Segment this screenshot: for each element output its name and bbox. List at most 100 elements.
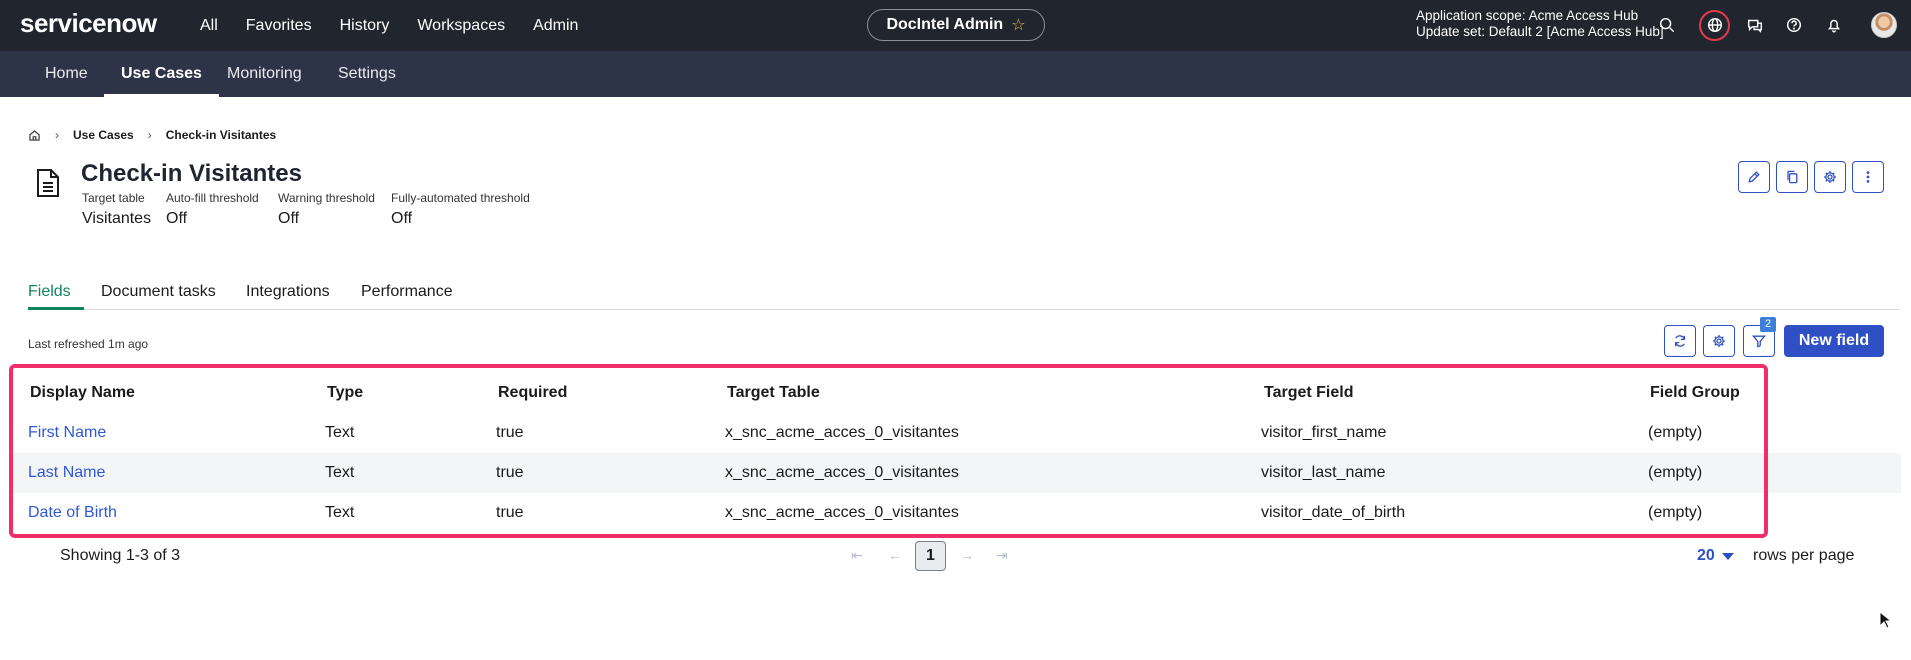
first-page-icon[interactable]: ⇤	[851, 547, 863, 564]
app-name-pill[interactable]: DocIntel Admin ☆	[867, 9, 1045, 41]
required-cell: true	[496, 464, 524, 481]
nav-workspaces[interactable]: Workspaces	[417, 17, 505, 35]
application-scope[interactable]: Application scope: Acme Access Hub Updat…	[1416, 8, 1664, 40]
avatar[interactable]	[1871, 12, 1897, 38]
meta-warning-threshold: Warning threshold Off	[278, 191, 375, 228]
more-vertical-icon	[1866, 171, 1870, 183]
copy-icon	[1787, 170, 1798, 184]
tab-integrations[interactable]: Integrations	[246, 283, 330, 301]
nav-all[interactable]: All	[200, 17, 218, 35]
table-row[interactable]: First Name Text true x_snc_acme_acces_0_…	[9, 413, 1901, 453]
subtab-home[interactable]: Home	[45, 51, 88, 97]
page-number-current[interactable]: 1	[915, 541, 946, 571]
gear-icon	[1713, 335, 1725, 347]
subtab-use-cases[interactable]: Use Cases	[104, 51, 219, 97]
meta-label: Auto-fill threshold	[166, 191, 259, 205]
column-header-type[interactable]: Type	[327, 373, 363, 413]
chevron-down-icon[interactable]	[1722, 553, 1734, 560]
rows-per-page-label: rows per page	[1753, 547, 1855, 564]
table-header-row: Display Name Type Required Target Table …	[9, 373, 1901, 413]
type-cell: Text	[325, 424, 355, 441]
target-field-cell: visitor_last_name	[1261, 464, 1386, 481]
scope-line: Application scope: Acme Access Hub	[1416, 8, 1639, 23]
copy-button[interactable]	[1776, 161, 1808, 193]
new-field-button[interactable]: New field	[1784, 325, 1884, 357]
last-page-icon[interactable]: ⇥	[996, 547, 1008, 564]
top-nav: All Favorites History Workspaces Admin	[200, 0, 606, 51]
edit-icon	[1748, 171, 1760, 183]
type-cell: Text	[325, 504, 355, 521]
refresh-icon	[1674, 335, 1686, 347]
column-header-target-field[interactable]: Target Field	[1264, 373, 1354, 413]
app-name: DocIntel Admin	[886, 16, 1004, 33]
home-icon[interactable]	[28, 129, 41, 142]
table-row[interactable]: Date of Birth Text true x_snc_acme_acces…	[9, 493, 1901, 533]
tab-document-tasks[interactable]: Document tasks	[101, 283, 216, 301]
showing-count: Showing 1-3 of 3	[60, 547, 181, 564]
search-icon[interactable]	[1655, 13, 1679, 37]
document-icon	[37, 169, 59, 197]
nav-admin[interactable]: Admin	[533, 17, 578, 35]
active-tab-indicator	[28, 307, 84, 310]
meta-target-table: Target table Visitantes	[82, 191, 151, 228]
filter-icon	[1752, 335, 1766, 348]
mouse-cursor-icon	[1879, 611, 1891, 629]
field-group-cell: (empty)	[1648, 504, 1703, 521]
chevron-right-icon: ›	[147, 128, 152, 142]
column-header-target-table[interactable]: Target Table	[727, 373, 820, 413]
globe-icon[interactable]	[1703, 13, 1727, 37]
help-icon[interactable]	[1782, 13, 1806, 37]
filter-count-badge: 2	[1760, 317, 1776, 332]
next-page-icon[interactable]: →	[960, 547, 974, 563]
column-header-required[interactable]: Required	[498, 373, 567, 413]
top-navigation-bar: servicenow All Favorites History Workspa…	[0, 0, 1911, 51]
meta-value: Off	[391, 210, 413, 227]
more-button[interactable]	[1852, 161, 1884, 193]
tab-performance[interactable]: Performance	[361, 283, 453, 301]
chevron-right-icon: ›	[55, 128, 59, 142]
target-table-cell: x_snc_acme_acces_0_visitantes	[725, 504, 959, 521]
subtab-monitoring[interactable]: Monitoring	[227, 51, 302, 97]
meta-auto-fill-threshold: Auto-fill threshold Off	[166, 191, 259, 228]
nav-history[interactable]: History	[340, 17, 390, 35]
display-name-link[interactable]: First Name	[28, 413, 106, 453]
list-settings-button[interactable]	[1703, 325, 1735, 357]
meta-value: Off	[166, 210, 188, 227]
nav-favorites[interactable]: Favorites	[246, 17, 312, 35]
target-field-cell: visitor_first_name	[1261, 424, 1387, 441]
field-group-cell: (empty)	[1648, 464, 1703, 481]
meta-label: Target table	[82, 191, 145, 205]
table-row[interactable]: Last Name Text true x_snc_acme_acces_0_v…	[9, 453, 1901, 493]
previous-page-icon[interactable]: ←	[888, 547, 902, 563]
last-refreshed-text: Last refreshed 1m ago	[28, 337, 149, 351]
update-set-line: Update set: Default 2 [Acme Access Hub]	[1416, 24, 1664, 39]
chat-icon[interactable]	[1743, 13, 1767, 37]
column-header-field-group[interactable]: Field Group	[1650, 373, 1740, 413]
star-icon[interactable]: ☆	[1011, 15, 1025, 35]
servicenow-logo[interactable]: servicenow	[20, 8, 157, 39]
workspace-tab-bar: Home Use Cases Monitoring Settings	[0, 51, 1911, 97]
breadcrumb-use-cases[interactable]: Use Cases	[73, 128, 134, 142]
display-name-link[interactable]: Last Name	[28, 453, 105, 493]
display-name-link[interactable]: Date of Birth	[28, 493, 117, 533]
rows-per-page-select[interactable]: 20	[1697, 547, 1715, 565]
required-cell: true	[496, 504, 524, 521]
bell-icon[interactable]	[1822, 13, 1846, 37]
breadcrumb: › Use Cases › Check-in Visitantes	[28, 128, 276, 142]
edit-button[interactable]	[1738, 161, 1770, 193]
column-header-display-name[interactable]: Display Name	[30, 373, 135, 413]
tab-fields[interactable]: Fields	[28, 283, 71, 301]
tabs-divider	[28, 309, 1900, 310]
meta-label: Fully-automated threshold	[391, 191, 530, 205]
settings-button[interactable]	[1814, 161, 1846, 193]
meta-value: Off	[278, 210, 300, 227]
target-table-cell: x_snc_acme_acces_0_visitantes	[725, 464, 959, 481]
subtab-settings[interactable]: Settings	[338, 51, 396, 97]
field-group-cell: (empty)	[1648, 424, 1703, 441]
refresh-button[interactable]	[1664, 325, 1696, 357]
gear-icon	[1824, 171, 1836, 183]
meta-label: Warning threshold	[278, 191, 375, 205]
page-title: Check-in Visitantes	[81, 160, 302, 187]
target-field-cell: visitor_date_of_birth	[1261, 504, 1406, 521]
target-table-cell: x_snc_acme_acces_0_visitantes	[725, 424, 959, 441]
